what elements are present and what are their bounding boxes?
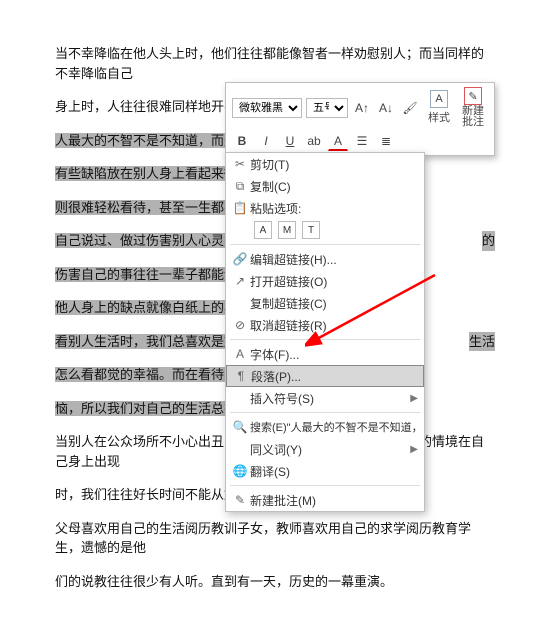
unlink-icon: ⊘ [230, 318, 250, 332]
chevron-right-icon: ▶ [410, 444, 418, 455]
chevron-right-icon: ▶ [410, 393, 418, 404]
menu-insert-symbol[interactable]: 插入符号(S) ▶ [226, 387, 424, 409]
styles-button[interactable]: A 样式 [424, 90, 454, 125]
menu-font[interactable]: A 字体(F)... [226, 343, 424, 365]
menu-edit-hyperlink[interactable]: 🔗 编辑超链接(H)... [226, 248, 424, 270]
grow-font-button[interactable]: A↑ [352, 98, 372, 118]
paste-keep-source-icon[interactable]: A [254, 221, 272, 239]
paste-text-only-icon[interactable]: T [302, 221, 320, 239]
font-name-select[interactable]: 微软雅黑 [232, 98, 302, 118]
numbering-button[interactable]: ≣ [376, 131, 396, 151]
translate-icon: 🌐 [230, 464, 250, 478]
menu-search[interactable]: 🔍 搜索(E)"人最大的不智不是不知道，而是知…" [226, 416, 424, 438]
selected-text: 生活 [469, 332, 495, 352]
open-link-icon: ↗ [230, 274, 250, 288]
menu-open-hyperlink[interactable]: ↗ 打开超链接(O) [226, 270, 424, 292]
selected-text: 的 [482, 231, 495, 251]
menu-copy-hyperlink[interactable]: 复制超链接(C) [226, 292, 424, 314]
link-icon: 🔗 [230, 252, 250, 266]
font-size-select[interactable]: 五号 [306, 98, 348, 118]
copy-icon: ⧉ [230, 179, 250, 194]
clipboard-icon: 📋 [230, 201, 250, 215]
mini-toolbar: 微软雅黑 五号 A↑ A↓ 🖌 A 样式 ✎ 新建 批注 B I U ab A … [225, 82, 495, 156]
menu-synonym[interactable]: 同义词(Y) ▶ [226, 438, 424, 460]
bold-button[interactable]: B [232, 131, 252, 151]
body-text: 父母喜欢用自己的生活阅历教训子女，教师喜欢用自己的求学阅历教育学生，遗憾的是他 [55, 521, 471, 556]
comment-icon: ✎ [230, 493, 250, 507]
context-menu: ✂ 剪切(T) ⧉ 复制(C) 📋 粘贴选项: A M T 🔗 编辑超链接(H)… [225, 152, 425, 512]
font-icon: A [230, 347, 250, 361]
body-text: 当不幸降临在他人头上时，他们往往都能像智者一样劝慰别人；而当同样的不幸降临自己 [55, 46, 484, 81]
search-icon: 🔍 [230, 420, 250, 434]
font-color-button[interactable]: A [328, 131, 348, 151]
menu-new-comment[interactable]: ✎ 新建批注(M) [226, 489, 424, 511]
underline-button[interactable]: U [280, 131, 300, 151]
paragraph-icon: ¶ [231, 369, 251, 383]
paste-option-icons: A M T [226, 219, 424, 241]
body-text: 们的说教往往很少有人听。直到有一天，历史的一幕重演。 [55, 574, 393, 589]
menu-paste-options: 📋 粘贴选项: [226, 197, 424, 219]
new-comment-button[interactable]: ✎ 新建 批注 [458, 87, 488, 128]
italic-button[interactable]: I [256, 131, 276, 151]
paste-merge-icon[interactable]: M [278, 221, 296, 239]
menu-paragraph[interactable]: ¶ 段落(P)... [226, 365, 424, 387]
menu-translate[interactable]: 🌐 翻译(S) [226, 460, 424, 482]
shrink-font-button[interactable]: A↓ [376, 98, 396, 118]
menu-remove-hyperlink[interactable]: ⊘ 取消超链接(R) [226, 314, 424, 336]
scissors-icon: ✂ [230, 157, 250, 171]
format-painter-button[interactable]: 🖌 [400, 98, 420, 118]
menu-copy[interactable]: ⧉ 复制(C) [226, 175, 424, 197]
menu-cut[interactable]: ✂ 剪切(T) [226, 153, 424, 175]
bullets-button[interactable]: ☰ [352, 131, 372, 151]
highlight-button[interactable]: ab [304, 131, 324, 151]
